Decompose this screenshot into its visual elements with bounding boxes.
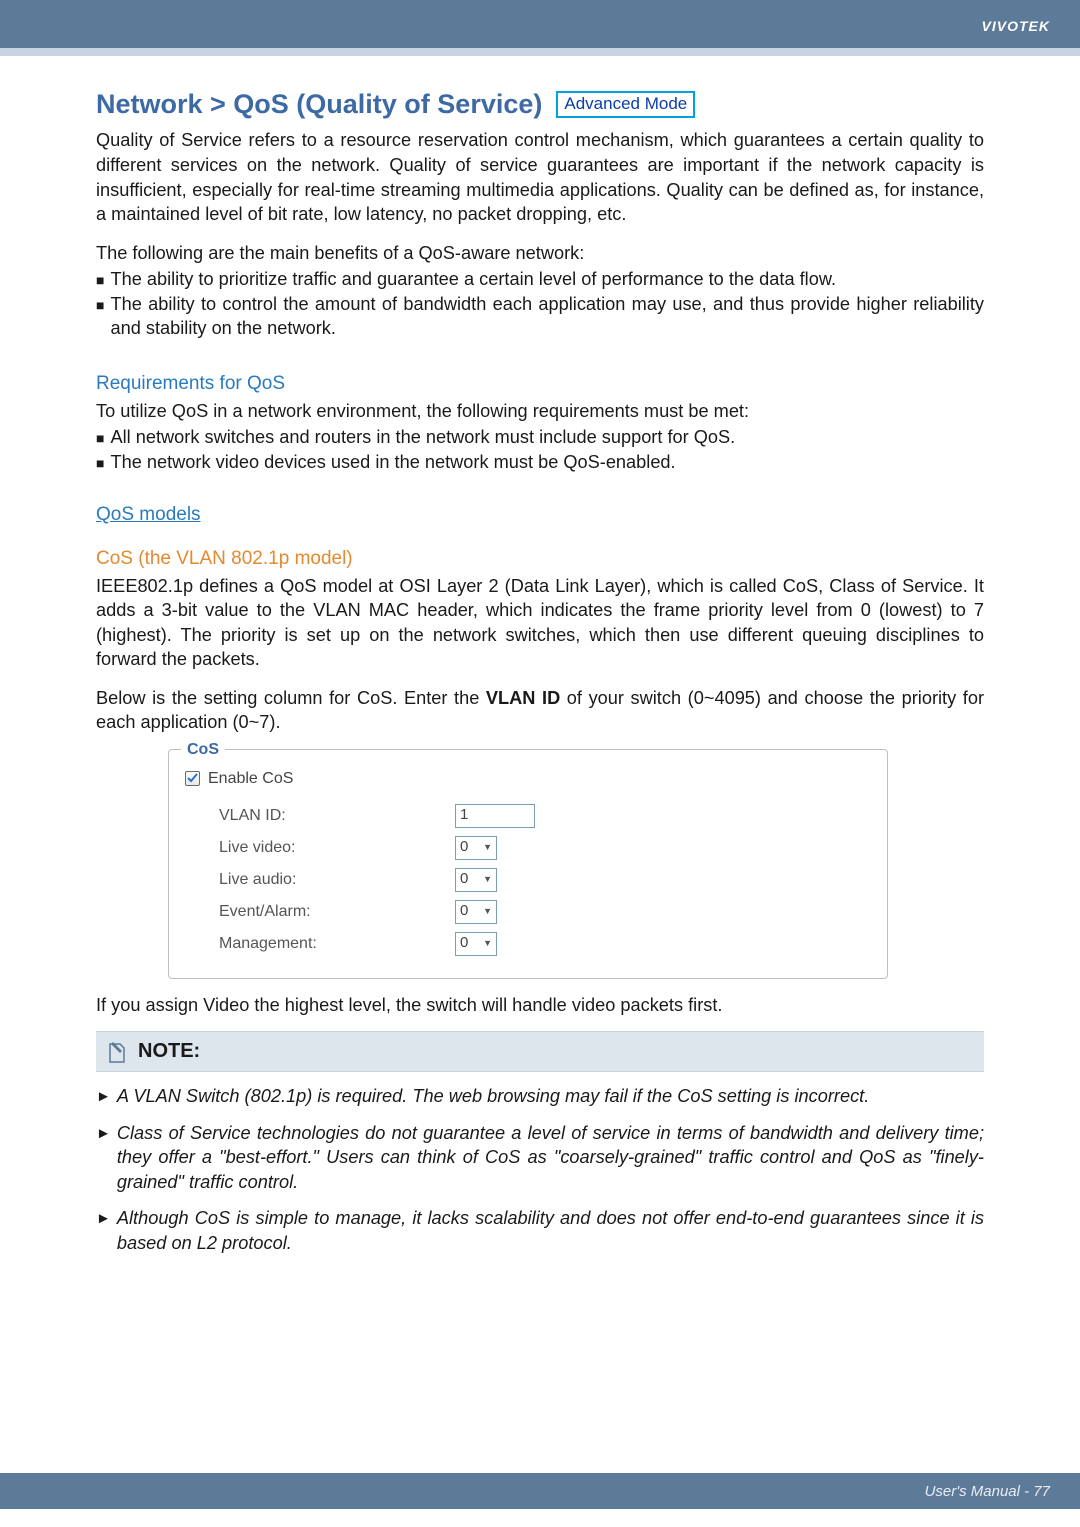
page-title: Network > QoS (Quality of Service) — [96, 86, 542, 122]
header-bar: VIVOTEK — [0, 0, 1080, 48]
header-underline — [0, 48, 1080, 56]
triangle-bullet-icon: ► — [96, 1209, 111, 1229]
event-alarm-label: Event/Alarm: — [185, 901, 455, 923]
requirement-text: The network video devices used in the ne… — [110, 450, 984, 475]
advanced-mode-badge: Advanced Mode — [556, 91, 695, 118]
select-value: 0 — [460, 837, 468, 857]
requirements-list: ■ All network switches and routers in th… — [96, 425, 984, 474]
requirement-text: All network switches and routers in the … — [110, 425, 984, 450]
note-text: A VLAN Switch (802.1p) is required. The … — [117, 1084, 984, 1109]
cos-setting-pre: Below is the setting column for CoS. Ent… — [96, 688, 486, 708]
live-video-row: Live video: 0 ▼ — [185, 836, 871, 860]
qos-models-heading: QoS models — [96, 502, 984, 528]
benefit-text: The ability to control the amount of ban… — [110, 292, 984, 341]
live-video-select[interactable]: 0 ▼ — [455, 836, 497, 860]
square-bullet-icon: ■ — [96, 429, 104, 448]
chevron-down-icon: ▼ — [483, 841, 492, 853]
live-audio-row: Live audio: 0 ▼ — [185, 868, 871, 892]
live-video-label: Live video: — [185, 837, 455, 859]
note-item: ► Although CoS is simple to manage, it l… — [96, 1206, 984, 1255]
triangle-bullet-icon: ► — [96, 1124, 111, 1144]
page-content: Network > QoS (Quality of Service) Advan… — [0, 56, 1080, 1287]
footer-bar: User's Manual - 77 — [0, 1473, 1080, 1509]
note-item: ► A VLAN Switch (802.1p) is required. Th… — [96, 1084, 984, 1109]
list-item: ■ The ability to control the amount of b… — [96, 292, 984, 341]
event-alarm-row: Event/Alarm: 0 ▼ — [185, 900, 871, 924]
note-text: Although CoS is simple to manage, it lac… — [117, 1206, 984, 1255]
select-value: 0 — [460, 869, 468, 889]
live-audio-label: Live audio: — [185, 869, 455, 891]
select-value: 0 — [460, 901, 468, 921]
note-text: Class of Service technologies do not gua… — [117, 1121, 984, 1195]
live-audio-select[interactable]: 0 ▼ — [455, 868, 497, 892]
benefits-lead: The following are the main benefits of a… — [96, 241, 984, 266]
cos-panel-legend: CoS — [181, 739, 225, 761]
event-alarm-select[interactable]: 0 ▼ — [455, 900, 497, 924]
requirements-lead: To utilize QoS in a network environment,… — [96, 399, 984, 424]
after-panel-text: If you assign Video the highest level, t… — [96, 993, 984, 1018]
square-bullet-icon: ■ — [96, 271, 104, 290]
footer-text: User's Manual - 77 — [925, 1483, 1050, 1500]
triangle-bullet-icon: ► — [96, 1087, 111, 1107]
vlan-id-label: VLAN ID: — [185, 805, 455, 827]
cos-setting-bold: VLAN ID — [486, 688, 560, 708]
benefit-text: The ability to prioritize traffic and gu… — [110, 267, 984, 292]
enable-cos-checkbox[interactable] — [185, 771, 200, 786]
enable-cos-row: Enable CoS — [185, 768, 871, 790]
cos-settings-panel: CoS Enable CoS VLAN ID: 1 Live video: 0 … — [168, 749, 888, 979]
cos-setting-paragraph: Below is the setting column for CoS. Ent… — [96, 686, 984, 735]
requirements-heading: Requirements for QoS — [96, 371, 984, 397]
vlan-id-row: VLAN ID: 1 — [185, 804, 871, 828]
intro-paragraph: Quality of Service refers to a resource … — [96, 128, 984, 226]
list-item: ■ All network switches and routers in th… — [96, 425, 984, 450]
select-value: 0 — [460, 933, 468, 953]
enable-cos-label: Enable CoS — [208, 768, 293, 790]
check-icon — [187, 773, 198, 784]
brand-label: VIVOTEK — [982, 18, 1050, 34]
note-pencil-icon — [106, 1039, 128, 1065]
list-item: ■ The ability to prioritize traffic and … — [96, 267, 984, 292]
management-label: Management: — [185, 933, 455, 955]
square-bullet-icon: ■ — [96, 296, 104, 315]
cos-paragraph: IEEE802.1p defines a QoS model at OSI La… — [96, 574, 984, 672]
list-item: ■ The network video devices used in the … — [96, 450, 984, 475]
note-header-bar: NOTE: — [96, 1031, 984, 1072]
chevron-down-icon: ▼ — [483, 873, 492, 885]
benefits-list: ■ The ability to prioritize traffic and … — [96, 267, 984, 341]
cos-heading: CoS (the VLAN 802.1p model) — [96, 546, 984, 572]
chevron-down-icon: ▼ — [483, 905, 492, 917]
management-select[interactable]: 0 ▼ — [455, 932, 497, 956]
vlan-id-input[interactable]: 1 — [455, 804, 535, 828]
note-item: ► Class of Service technologies do not g… — [96, 1121, 984, 1195]
title-row: Network > QoS (Quality of Service) Advan… — [96, 86, 984, 122]
chevron-down-icon: ▼ — [483, 937, 492, 949]
management-row: Management: 0 ▼ — [185, 932, 871, 956]
square-bullet-icon: ■ — [96, 454, 104, 473]
note-title: NOTE: — [138, 1038, 200, 1065]
